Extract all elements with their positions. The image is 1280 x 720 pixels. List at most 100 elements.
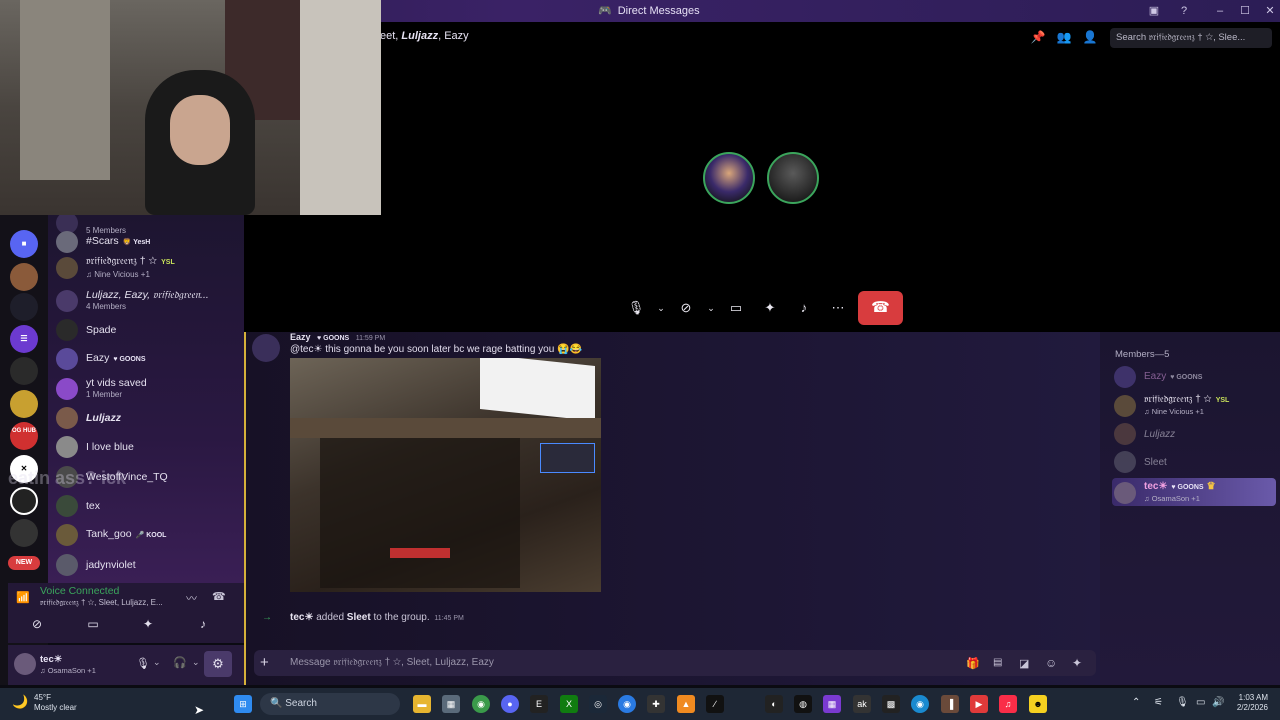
server-icon[interactable] <box>10 263 38 291</box>
discord-icon[interactable]: ● <box>501 695 519 713</box>
close-button[interactable]: ✕ <box>1262 3 1278 19</box>
sticker-icon[interactable]: ◪ <box>1019 657 1029 670</box>
server-icon[interactable] <box>10 357 38 385</box>
add-friends-icon[interactable]: 👥 <box>1056 30 1072 46</box>
app-icon[interactable]: ◍ <box>794 695 812 713</box>
end-call-button[interactable]: ☎ <box>858 291 903 325</box>
windows-start-icon[interactable]: ⊞ <box>234 695 252 713</box>
add-attachment-icon[interactable]: + <box>260 654 269 671</box>
mute-mic-button[interactable]: 🎙 <box>620 292 652 324</box>
server-icon[interactable] <box>10 519 38 547</box>
gif-icon[interactable]: ▤ <box>993 657 1002 668</box>
chrome-icon[interactable]: ◉ <box>472 695 490 713</box>
message-input[interactable]: Message 𝔳𝔯𝔦𝔣𝔦𝔢𝔡𝔤𝔯𝔢𝔢𝔫𝔷 † ☆, Sleet, Luljaz… <box>290 657 494 668</box>
screenshare-button[interactable]: ▭ <box>74 617 112 635</box>
dm-item[interactable]: jadynviolet <box>56 551 242 579</box>
headphones-icon[interactable]: 🎧 <box>173 656 187 669</box>
music-icon[interactable]: ♫ <box>999 695 1017 713</box>
dm-item[interactable]: Spade <box>56 316 242 344</box>
server-icon-oghub[interactable]: OG HUB <box>10 422 38 450</box>
dm-item[interactable]: Luljazz, Eazy, 𝔳𝔯𝔦𝔣𝔦𝔢𝔡𝔤𝔯𝔢𝔢𝔫... 4 Members <box>56 287 242 315</box>
app-icon[interactable]: ▦ <box>823 695 841 713</box>
app-icon[interactable]: ▩ <box>882 695 900 713</box>
screenshare-button[interactable]: ▭ <box>720 292 752 324</box>
dm-item[interactable]: 𝔳𝔯𝔦𝔣𝔦𝔢𝔡𝔤𝔯𝔢𝔢𝔫𝔷 † ☆ YSL ♫ Nine Vicious +1 <box>56 254 242 282</box>
activities-button[interactable]: ✦ <box>754 292 786 324</box>
app-icon[interactable]: ◉ <box>911 695 929 713</box>
voice-connected-title[interactable]: Voice Connected <box>40 585 119 597</box>
server-icon[interactable] <box>10 293 38 321</box>
member-item[interactable]: Luljazz <box>1114 423 1175 445</box>
message-image-attachment[interactable] <box>290 358 601 592</box>
chevron-up-icon[interactable]: ⌃ <box>1132 697 1140 708</box>
app-icon[interactable]: ▐ <box>941 695 959 713</box>
disconnect-icon[interactable]: ☎ <box>212 590 226 603</box>
dm-item[interactable]: I love blue <box>56 433 242 461</box>
chevron-down-icon[interactable]: ⌄ <box>654 292 668 324</box>
signal-icon[interactable]: 📶 <box>16 591 30 604</box>
member-item[interactable]: Eazy ♥ GOONS <box>1114 366 1202 388</box>
xbox-icon[interactable]: X <box>560 695 578 713</box>
chevron-down-icon[interactable]: ⌄ <box>704 292 718 324</box>
noise-suppression-icon[interactable]: 〰 <box>186 590 197 606</box>
inbox-icon[interactable]: ▣ <box>1146 3 1162 19</box>
app-icon[interactable]: ✚ <box>647 695 665 713</box>
avatar[interactable] <box>14 653 36 675</box>
app-icon[interactable]: ▶ <box>970 695 988 713</box>
member-item[interactable]: 𝔳𝔯𝔦𝔣𝔦𝔢𝔡𝔤𝔯𝔢𝔢𝔫𝔷 † ☆ YSL ♫ Nine Vicious +1 <box>1114 394 1229 417</box>
dm-item[interactable]: yt vids saved 1 Member <box>56 375 242 403</box>
minimize-button[interactable]: – <box>1212 3 1228 19</box>
maximize-button[interactable]: ☐ <box>1237 3 1253 19</box>
dm-item[interactable]: Eazy ♥ GOONS <box>56 345 242 373</box>
mic-icon[interactable]: 🎙 <box>1176 697 1189 708</box>
camera-off-button[interactable]: ⊘ <box>670 292 702 324</box>
settings-icon[interactable]: ⚙ <box>204 651 232 677</box>
monitor-icon[interactable]: ▭ <box>1196 697 1205 708</box>
avatar[interactable] <box>252 334 280 362</box>
app-icon[interactable]: ak <box>853 695 871 713</box>
browser-icon[interactable]: ◉ <box>618 695 636 713</box>
app-icon[interactable]: ▲ <box>677 695 695 713</box>
store-icon[interactable]: ▦ <box>442 695 460 713</box>
apps-icon[interactable]: ✦ <box>1072 656 1082 670</box>
member-item[interactable]: Sleet <box>1114 451 1167 473</box>
more-options-button[interactable]: ⋯ <box>822 292 854 324</box>
file-explorer-icon[interactable]: ▬ <box>413 695 431 713</box>
server-icon[interactable] <box>10 390 38 418</box>
steam-icon[interactable]: ◎ <box>589 695 607 713</box>
activities-button[interactable]: ✦ <box>129 617 167 635</box>
dm-item[interactable]: #Scars 🦁 YesH <box>56 228 242 256</box>
weather-icon[interactable]: 🌙 <box>12 694 28 710</box>
search-input[interactable]: Search 𝔳𝔯𝔦𝔣𝔦𝔢𝔡𝔤𝔯𝔢𝔢𝔫𝔷 † ☆, Slee... <box>1110 28 1272 48</box>
call-participant-avatar[interactable] <box>767 152 819 204</box>
emoji-icon[interactable]: ☺ <box>1045 656 1057 670</box>
taskbar-search[interactable]: 🔍 Search <box>260 693 400 715</box>
gift-icon[interactable]: 🎁 <box>966 657 980 670</box>
call-participant-avatar[interactable] <box>703 152 755 204</box>
dm-item[interactable]: Luljazz <box>56 404 242 432</box>
chevron-down-icon[interactable]: ⌄ <box>153 657 161 668</box>
epic-games-icon[interactable]: E <box>530 695 548 713</box>
network-icon[interactable]: ⚟ <box>1154 697 1163 708</box>
chevron-down-icon[interactable]: ⌄ <box>192 657 200 668</box>
obs-icon[interactable]: ◐ <box>765 695 783 713</box>
member-list-icon[interactable]: 👤 <box>1082 30 1098 46</box>
app-icon[interactable]: ∕ <box>706 695 724 713</box>
new-badge[interactable]: NEW <box>8 556 40 570</box>
mic-icon[interactable]: 🎙 <box>136 657 150 670</box>
help-icon[interactable]: ? <box>1176 3 1192 19</box>
pin-icon[interactable]: 📌 <box>1030 30 1046 46</box>
username[interactable]: tec☀ <box>40 654 62 665</box>
soundboard-button[interactable]: ♪ <box>788 292 820 324</box>
clock[interactable]: 1:03 AM 2/2/2026 <box>1222 693 1268 713</box>
server-icon[interactable]: ☰ <box>10 325 38 353</box>
member-item[interactable]: tec☀ ♥ GOONS ♛ ♫ OsamaSon +1 <box>1114 481 1216 504</box>
dm-item[interactable]: tex <box>56 492 242 520</box>
server-icon[interactable]: ■ <box>10 230 38 258</box>
camera-off-button[interactable]: ⊘ <box>18 617 56 635</box>
server-icon[interactable] <box>10 487 38 515</box>
weather-widget[interactable]: 45°F Mostly clear <box>34 693 77 713</box>
app-icon[interactable]: ☻ <box>1029 695 1047 713</box>
dm-item[interactable]: Tank_goo 🎤 KOOL <box>56 521 242 549</box>
soundboard-button[interactable]: ♪ <box>184 617 222 635</box>
